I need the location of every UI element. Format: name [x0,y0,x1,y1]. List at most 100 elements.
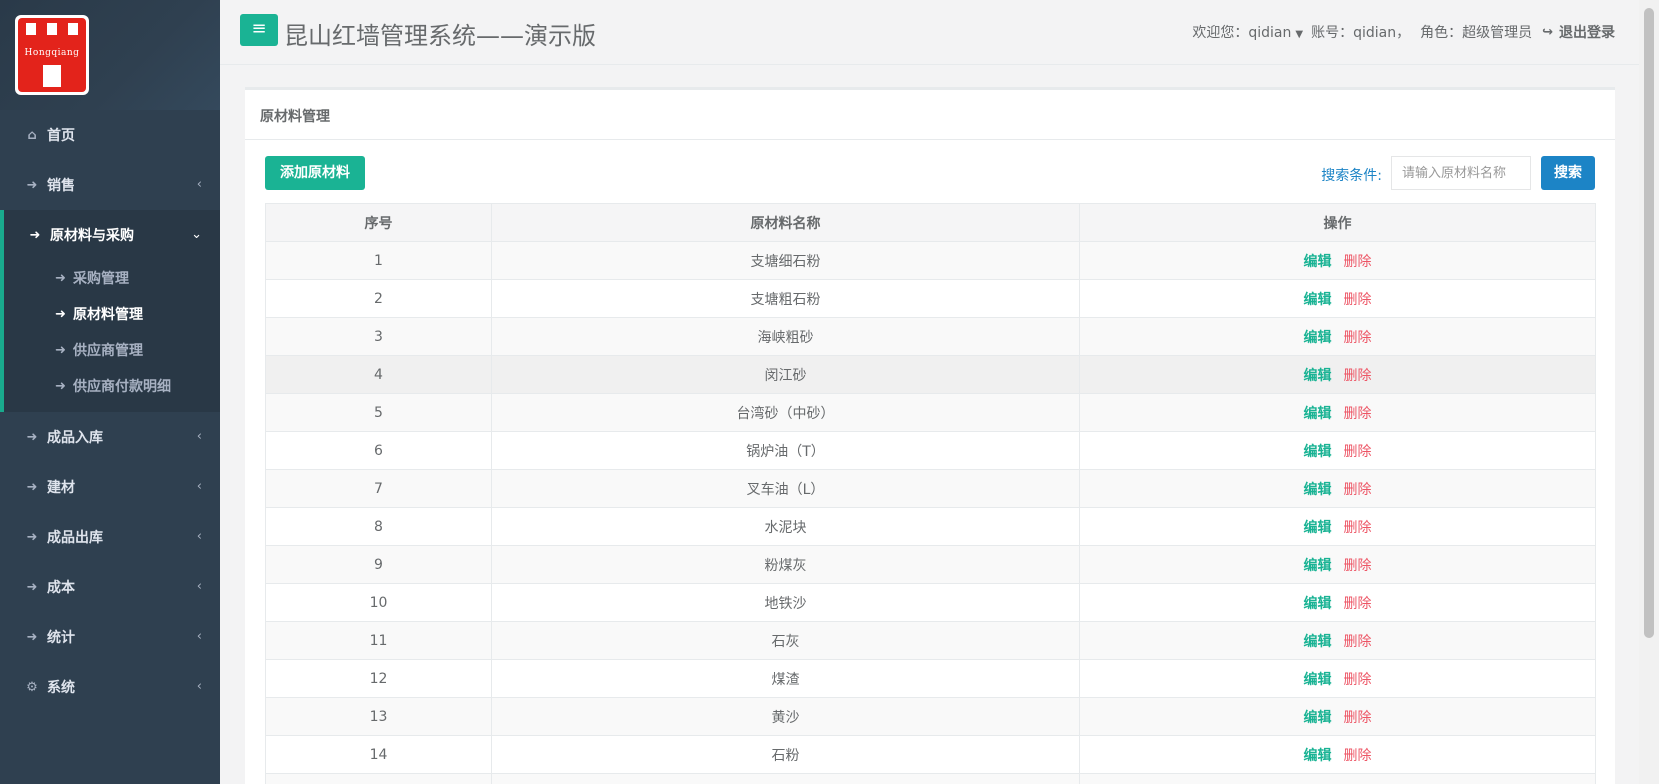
edit-link[interactable]: 编辑 [1304,368,1332,384]
welcome-dropdown[interactable]: 欢迎您：qidian ▼ [1192,22,1311,42]
sidebar-item-sales[interactable]: ➜ 销售 ‹ [0,160,220,210]
cell-index: 5 [265,393,492,432]
cell-index: 12 [265,659,492,698]
page-title: 昆山红墙管理系统——演示版 [284,22,596,50]
add-material-button[interactable]: 添加原材料 [265,156,365,190]
edit-link[interactable]: 编辑 [1304,710,1332,726]
delete-link[interactable]: 删除 [1344,558,1372,574]
chevron-left-icon: ‹ [196,629,202,644]
cell-material-name: 台湾砂（中砂） [491,393,1080,432]
chevron-left-icon: ‹ [196,479,202,494]
sidebar-item-system[interactable]: ⚙ 系统 ‹ [0,662,220,712]
edit-link[interactable]: 编辑 [1304,482,1332,498]
delete-link[interactable]: 删除 [1344,254,1372,270]
delete-link[interactable]: 删除 [1344,710,1372,726]
sidebar-subitem-label: 原材料管理 [73,307,143,323]
table-row: 13 黄沙 编辑 删除 [265,697,1596,736]
sidebar-item-statistics[interactable]: ➜ 统计 ‹ [0,612,220,662]
sidebar-item-label: 成品入库 [47,430,103,446]
sidebar-item-label: 首页 [47,128,75,144]
sidebar-item-label: 统计 [47,630,75,646]
vertical-scrollbar[interactable] [1639,0,1659,784]
edit-link[interactable]: 编辑 [1304,292,1332,308]
cell-actions: 编辑删除 [1079,279,1596,318]
edit-link[interactable]: 编辑 [1304,254,1332,270]
table-row: 14 石粉 编辑 删除 [265,735,1596,774]
home-icon: ⌂ [27,127,37,143]
sidebar-subitem-label: 供应商管理 [73,343,143,359]
table-row: 10 地铁沙 编辑 删除 [265,583,1596,622]
cell-index: 11 [265,621,492,660]
delete-link[interactable]: 删除 [1344,748,1372,764]
sidebar-item-home[interactable]: ⌂ 首页 [0,110,220,160]
sidebar-item-materials[interactable]: ➜ 原材料与采购 ⌄ [4,210,220,260]
arrow-right-icon: ➜ [55,270,66,286]
role-text: 角色：超级管理员 [1420,25,1533,41]
cell-material-name: 石粉 [491,735,1080,774]
delete-link[interactable]: 删除 [1344,292,1372,308]
arrow-right-icon: ➜ [26,529,38,545]
cell-index: 14 [265,735,492,774]
sidebar-nav: ⌂ 首页 ➜ 销售 ‹ ➜ 原材料与采购 ⌄ ➜ 采购管理 ➜ 原材料管理 ➜ … [0,110,220,712]
hamburger-icon: ≡ [251,18,267,39]
edit-link[interactable]: 编辑 [1304,520,1332,536]
arrow-right-icon: ➜ [26,429,38,445]
account-text: 账号：qidian， [1311,25,1411,41]
edit-link[interactable]: 编辑 [1304,748,1332,764]
toolbar: 添加原材料 搜索条件: 搜索 [245,140,1615,203]
sidebar-subitem-materials[interactable]: ➜ 原材料管理 [4,296,220,332]
logo[interactable]: Hongqiang [15,15,89,95]
cell-actions: 编辑删除 [1079,393,1596,432]
search-input[interactable] [1391,156,1531,190]
sidebar-item-building-materials[interactable]: ➜ 建材 ‹ [0,462,220,512]
cell-index: 4 [265,355,492,394]
delete-link[interactable]: 删除 [1344,634,1372,650]
edit-link[interactable]: 编辑 [1304,444,1332,460]
cell-actions: 编辑删除 [1079,241,1596,280]
cell-index: 10 [265,583,492,622]
logo-image: Hongqiang [18,18,86,92]
search-button[interactable]: 搜索 [1541,156,1595,190]
cell-index: 1 [265,241,492,280]
scrollbar-thumb[interactable] [1644,8,1654,638]
cell-material-name: 煤渣 [491,659,1080,698]
sidebar-item-finished-outbound[interactable]: ➜ 成品出库 ‹ [0,512,220,562]
edit-link[interactable]: 编辑 [1304,672,1332,688]
delete-link[interactable]: 删除 [1344,482,1372,498]
delete-link[interactable]: 删除 [1344,596,1372,612]
table-row: 6 锅炉油（T） 编辑 删除 [265,431,1596,470]
cell-material-name: 地铁沙 [491,583,1080,622]
cell-index: 15 [265,773,492,784]
sidebar-subitem-supplier-payments[interactable]: ➜ 供应商付款明细 [4,368,220,404]
cell-material-name: 水泥块 [491,507,1080,546]
cell-actions: 编辑删除 [1079,735,1596,774]
table-body: 1 支塘细石粉 编辑 删除 2 支塘粗石粉 编辑 删除 3 海峡粗砂 编辑 删除 4 闵江砂 编辑 删除 5 台湾… [265,241,1596,784]
delete-link[interactable]: 删除 [1344,330,1372,346]
user-area: 欢迎您：qidian ▼ 账号：qidian， 角色：超级管理员 ↪ 退出登录 [1192,22,1615,42]
delete-link[interactable]: 删除 [1344,520,1372,536]
delete-link[interactable]: 删除 [1344,368,1372,384]
cell-actions: 编辑删除 [1079,583,1596,622]
sidebar-item-cost[interactable]: ➜ 成本 ‹ [0,562,220,612]
sidebar-subitem-suppliers[interactable]: ➜ 供应商管理 [4,332,220,368]
sidebar-item-label: 销售 [47,178,75,194]
arrow-right-icon: ➜ [29,227,41,243]
sidebar-item-label: 原材料与采购 [50,228,134,244]
sidebar-item-finished-inbound[interactable]: ➜ 成品入库 ‹ [0,412,220,462]
sidebar-group-materials: ➜ 原材料与采购 ⌄ ➜ 采购管理 ➜ 原材料管理 ➜ 供应商管理 ➜ 供应商付… [0,210,220,412]
edit-link[interactable]: 编辑 [1304,596,1332,612]
edit-link[interactable]: 编辑 [1304,406,1332,422]
delete-link[interactable]: 删除 [1344,672,1372,688]
table-row: 1 支塘细石粉 编辑 删除 [265,241,1596,280]
delete-link[interactable]: 删除 [1344,444,1372,460]
logout-link[interactable]: ↪ 退出登录 [1542,22,1615,42]
delete-link[interactable]: 删除 [1344,406,1372,422]
edit-link[interactable]: 编辑 [1304,558,1332,574]
table-row: 8 水泥块 编辑 删除 [265,507,1596,546]
edit-link[interactable]: 编辑 [1304,330,1332,346]
sidebar-toggle-button[interactable]: ≡ [240,14,278,46]
sidebar-subitem-purchase[interactable]: ➜ 采购管理 [4,260,220,296]
welcome-text: 欢迎您：qidian [1192,25,1292,41]
edit-link[interactable]: 编辑 [1304,634,1332,650]
sidebar: Hongqiang ⌂ 首页 ➜ 销售 ‹ ➜ 原材料与采购 ⌄ ➜ 采购管理 [0,0,220,784]
